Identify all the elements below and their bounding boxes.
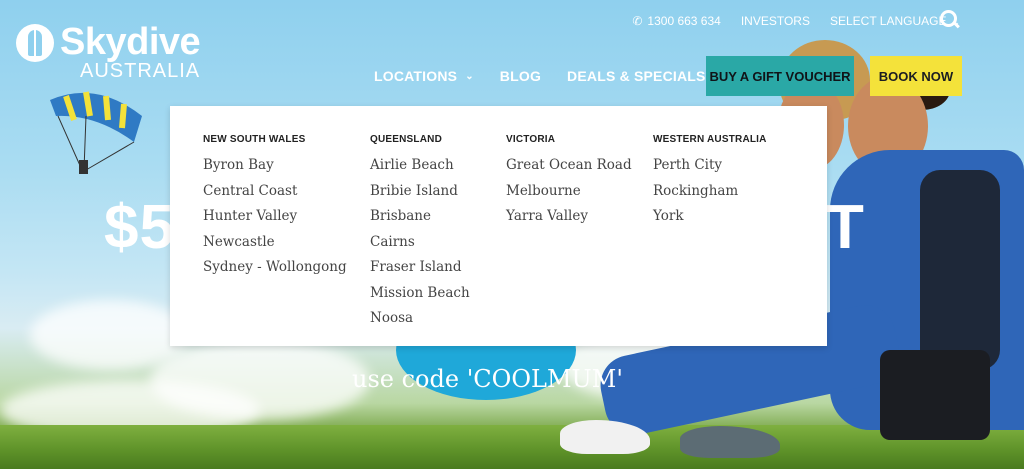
column-victoria: VICTORIA Great Ocean Road Melbourne Yarr… [506,134,632,232]
phone-number: 1300 663 634 [647,14,721,28]
nav-locations-label: LOCATIONS [374,68,458,84]
nav-locations[interactable]: LOCATIONS ⌄ [374,68,474,84]
skydive-logo[interactable]: Skydive AUSTRALIA [16,21,201,82]
location-link[interactable]: Bribie Island [370,181,470,207]
parachute-image [50,91,142,174]
top-utility-bar: ✆ 1300 663 634 INVESTORS SELECT LANGUAGE… [632,14,960,28]
location-link[interactable]: York [653,206,767,232]
locations-dropdown: NEW SOUTH WALES Byron Bay Central Coast … [170,106,827,346]
nav-blog[interactable]: BLOG [500,68,541,84]
location-link[interactable]: Central Coast [203,181,347,207]
grass [0,425,1024,469]
column-title: NEW SOUTH WALES [203,134,306,145]
book-now-button[interactable]: BOOK NOW [870,56,962,96]
location-link[interactable]: Noosa [370,308,470,334]
location-link[interactable]: Newcastle [203,232,347,258]
promo-code-text: use code 'COOLMUM' [352,365,623,393]
chevron-down-icon: ⌄ [465,70,474,82]
hero-headline-left: $5 [104,193,175,262]
column-queensland: QUEENSLAND Airlie Beach Bribie Island Br… [370,134,470,334]
brand-subtitle: AUSTRALIA [80,60,201,82]
location-link[interactable]: Fraser Island [370,257,470,283]
location-link[interactable]: Mission Beach [370,283,470,309]
column-new-south-wales: NEW SOUTH WALES Byron Bay Central Coast … [203,134,347,283]
phone-link[interactable]: ✆ 1300 663 634 [632,14,720,28]
logo-icon [16,24,54,62]
column-title: QUEENSLAND [370,134,443,145]
location-link[interactable]: Airlie Beach [370,155,470,181]
hero-headline-right: T [826,193,864,262]
column-title: VICTORIA [506,134,556,145]
location-link[interactable]: Melbourne [506,181,632,207]
brand-name: Skydive [60,21,201,63]
main-nav: LOCATIONS ⌄ BLOG DEALS & SPECIALS [374,68,706,84]
phone-icon: ✆ [632,14,643,28]
nav-deals[interactable]: DEALS & SPECIALS [567,68,706,84]
location-link[interactable]: Brisbane [370,206,470,232]
location-link[interactable]: Perth City [653,155,767,181]
location-link[interactable]: Yarra Valley [506,206,632,232]
location-link[interactable]: Great Ocean Road [506,155,632,181]
investors-link[interactable]: INVESTORS [741,14,810,28]
location-link[interactable]: Cairns [370,232,470,258]
search-icon[interactable] [940,10,958,28]
language-label: SELECT LANGUAGE [829,14,947,28]
column-title: WESTERN AUSTRALIA [653,134,767,145]
location-link[interactable]: Hunter Valley [203,206,347,232]
location-link[interactable]: Byron Bay [203,155,347,181]
location-link[interactable]: Sydney - Wollongong [203,257,347,283]
location-link[interactable]: Rockingham [653,181,767,207]
buy-gift-voucher-button[interactable]: BUY A GIFT VOUCHER [706,56,854,96]
column-western-australia: WESTERN AUSTRALIA Perth City Rockingham … [653,134,767,232]
